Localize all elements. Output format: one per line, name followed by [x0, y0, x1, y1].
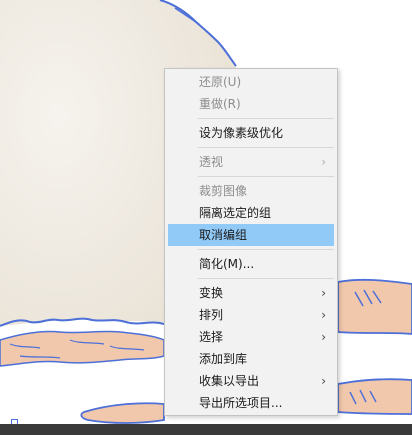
status-bar	[0, 424, 412, 435]
chevron-right-icon: ›	[321, 286, 326, 300]
menu-separator	[198, 278, 334, 279]
menu-item[interactable]: 添加到库	[168, 348, 334, 370]
menu-item: 还原(U)	[168, 71, 334, 93]
chevron-right-icon: ›	[321, 155, 326, 169]
menu-item-label: 设为像素级优化	[199, 126, 284, 140]
menu-item: 透视 ›	[168, 151, 334, 173]
menu-item-label: 重做(R)	[199, 97, 241, 111]
menu-item[interactable]: 导出所选项目...	[168, 392, 334, 414]
menu-item-label: 选择	[199, 330, 224, 344]
right-arm	[337, 278, 412, 335]
menu-item[interactable]: 选择 ›	[168, 326, 334, 348]
menu-item-label: 透视	[199, 155, 224, 169]
menu-item[interactable]: 设为像素级优化	[168, 122, 334, 144]
menu-item[interactable]: 排列 ›	[168, 304, 334, 326]
menu-separator	[198, 147, 334, 148]
menu-item-label: 简化(M)...	[199, 257, 255, 271]
menu-item[interactable]: 取消编组	[168, 224, 334, 246]
menu-separator	[198, 249, 334, 250]
foot-shape	[80, 402, 165, 424]
menu-item-label: 添加到库	[199, 352, 248, 366]
chevron-right-icon: ›	[321, 308, 326, 322]
right-foot	[337, 378, 412, 415]
menu-item-label: 裁剪图像	[199, 184, 248, 198]
menu-item: 裁剪图像	[168, 180, 334, 202]
menu-item-label: 导出所选项目...	[199, 396, 283, 410]
menu-item-label: 收集以导出	[199, 374, 260, 388]
menu-separator	[198, 176, 334, 177]
menu-item[interactable]: 收集以导出 ›	[168, 370, 334, 392]
menu-item[interactable]: 简化(M)...	[168, 253, 334, 275]
chevron-right-icon: ›	[321, 374, 326, 388]
menu-item: 重做(R)	[168, 93, 334, 115]
menu-separator	[198, 118, 334, 119]
menu-item-label: 还原(U)	[199, 75, 242, 89]
context-menu: 还原(U) 重做(R) 设为像素级优化 透视 › 裁剪图像隔离选定的组 取消编组简化(M).…	[164, 68, 338, 416]
menu-item-label: 排列	[199, 308, 224, 322]
menu-item-label: 隔离选定的组	[199, 206, 272, 220]
menu-item-label: 取消编组	[199, 228, 248, 242]
menu-item[interactable]: 变换 ›	[168, 282, 334, 304]
menu-item-label: 变换	[199, 286, 224, 300]
left-arm	[0, 330, 165, 367]
chevron-right-icon: ›	[321, 330, 326, 344]
menu-item[interactable]: 隔离选定的组	[168, 202, 334, 224]
